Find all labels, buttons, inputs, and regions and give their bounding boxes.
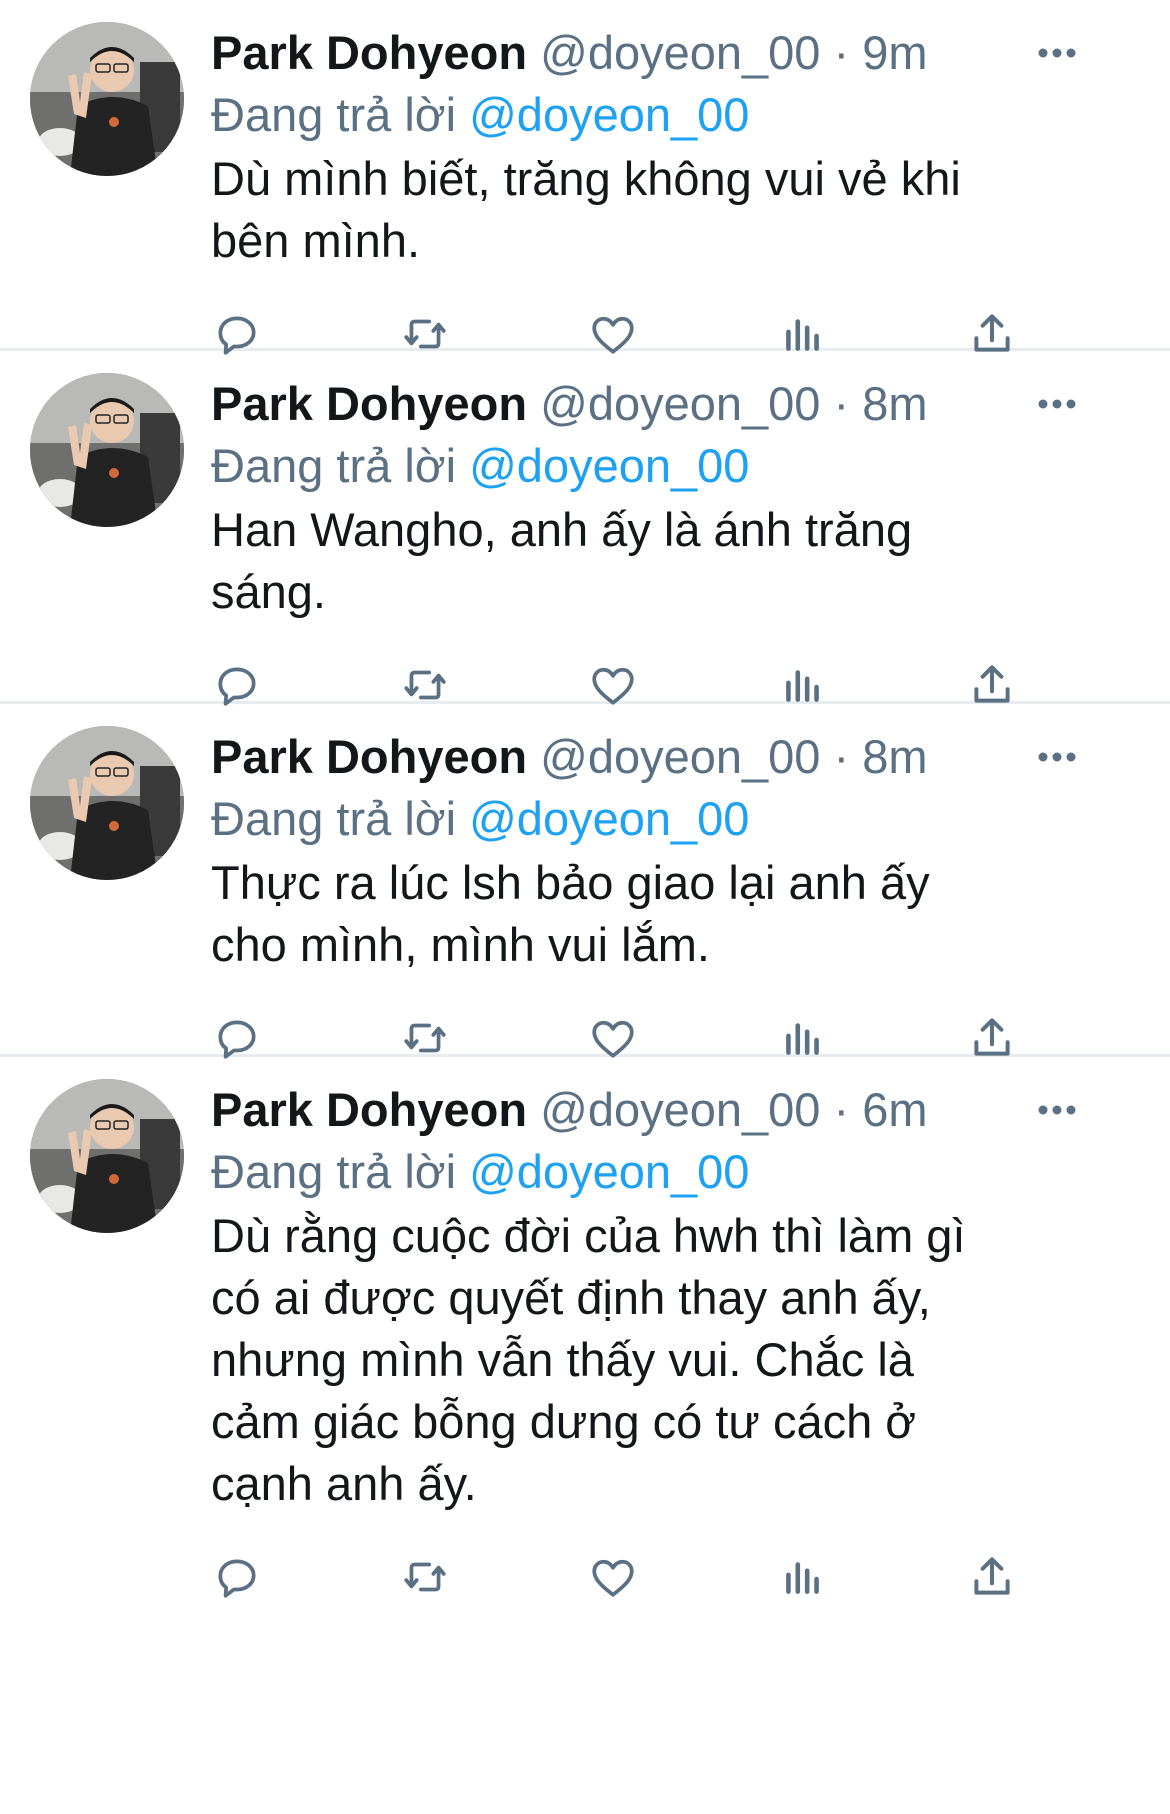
separator-dot: · [833,1083,850,1136]
more-horizontal-icon[interactable] [1032,726,1082,788]
reply-prefix: Đang trả lời [211,1145,457,1198]
tweet-content: Park Dohyeon @doyeon_00 · 8m Đang trả lờ… [211,704,1170,1080]
more-horizontal-icon[interactable] [1032,1079,1082,1141]
tweet-actions [211,1533,1130,1619]
tweet[interactable]: Park Dohyeon @doyeon_00 · 6m Đang trả lờ… [0,1057,1170,1814]
avatar[interactable] [30,373,184,527]
reply-mention-link[interactable]: @doyeon_00 [469,439,749,492]
tweet-content: Park Dohyeon @doyeon_00 · 6m Đang trả lờ… [211,1057,1170,1619]
tweet-header: Park Dohyeon @doyeon_00 · 6m [211,1079,1130,1141]
tweet-text: Dù mình biết, trăng không vui vẻ khi bên… [211,152,961,267]
avatar[interactable] [30,22,184,176]
reply-context: Đang trả lời @doyeon_00 [211,1141,1130,1203]
user-handle[interactable]: @doyeon_00 [540,377,820,430]
reply-prefix: Đang trả lời [211,439,457,492]
reply-prefix: Đang trả lời [211,792,457,845]
tweet[interactable]: Park Dohyeon @doyeon_00 · 8m Đang trả lờ… [0,351,1170,706]
tweet-text: Han Wangho, anh ấy là ánh trăng sáng. [211,503,913,618]
display-name[interactable]: Park Dohyeon [211,1083,527,1136]
avatar-photo [30,22,184,176]
tweet-content: Park Dohyeon @doyeon_00 · 9m Đang trả lờ… [211,0,1170,376]
display-name[interactable]: Park Dohyeon [211,730,527,783]
reply-context: Đang trả lời @doyeon_00 [211,84,1130,146]
user-handle[interactable]: @doyeon_00 [540,26,820,79]
tweet-header: Park Dohyeon @doyeon_00 · 8m [211,726,1130,788]
avatar-photo [30,1079,184,1233]
avatar-photo [30,726,184,880]
reply-prefix: Đang trả lời [211,88,457,141]
separator-dot: · [833,730,850,783]
analytics-bars-icon[interactable] [777,1551,829,1603]
timestamp[interactable]: 8m [862,730,927,783]
retweet-icon[interactable] [399,1551,451,1603]
user-handle[interactable]: @doyeon_00 [540,730,820,783]
avatar-photo [30,373,184,527]
tweet-text: Dù rằng cuộc đời của hwh thì làm gì có a… [211,1209,966,1510]
separator-dot: · [833,377,850,430]
tweet-thread: Park Dohyeon @doyeon_00 · 9m Đang trả lờ… [0,0,1170,1814]
avatar[interactable] [30,726,184,880]
reply-mention-link[interactable]: @doyeon_00 [469,88,749,141]
more-horizontal-icon[interactable] [1032,373,1082,435]
heart-icon[interactable] [587,1551,639,1603]
tweet[interactable]: Park Dohyeon @doyeon_00 · 9m Đang trả lờ… [0,0,1170,355]
more-horizontal-icon[interactable] [1032,22,1082,84]
reply-context: Đang trả lời @doyeon_00 [211,435,1130,497]
reply-mention-link[interactable]: @doyeon_00 [469,1145,749,1198]
tweet[interactable]: Park Dohyeon @doyeon_00 · 8m Đang trả lờ… [0,704,1170,1059]
timestamp[interactable]: 8m [862,377,927,430]
separator-dot: · [833,26,850,79]
reply-mention-link[interactable]: @doyeon_00 [469,792,749,845]
display-name[interactable]: Park Dohyeon [211,26,527,79]
tweet-content: Park Dohyeon @doyeon_00 · 8m Đang trả lờ… [211,351,1170,727]
reply-context: Đang trả lời @doyeon_00 [211,788,1130,850]
tweet-header: Park Dohyeon @doyeon_00 · 9m [211,22,1130,84]
timestamp[interactable]: 6m [862,1083,927,1136]
avatar[interactable] [30,1079,184,1233]
tweet-header: Park Dohyeon @doyeon_00 · 8m [211,373,1130,435]
user-handle[interactable]: @doyeon_00 [540,1083,820,1136]
reply-bubble-icon[interactable] [211,1551,263,1603]
display-name[interactable]: Park Dohyeon [211,377,527,430]
tweet-text: Thực ra lúc lsh bảo giao lại anh ấy cho … [211,856,930,971]
timestamp[interactable]: 9m [862,26,927,79]
share-upload-icon[interactable] [966,1551,1018,1603]
